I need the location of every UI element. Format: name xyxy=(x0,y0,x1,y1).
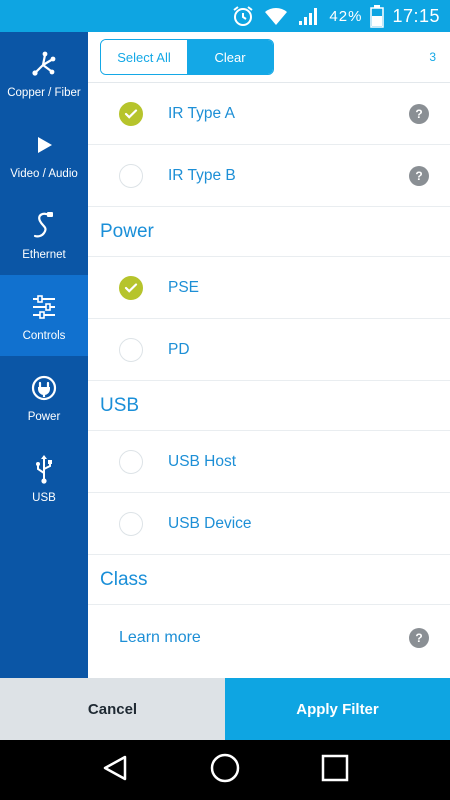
sidebar-item-label: Power xyxy=(27,410,61,423)
sidebar-item-ethernet[interactable]: Ethernet xyxy=(0,194,88,275)
help-icon[interactable]: ? xyxy=(409,165,429,186)
help-icon[interactable]: ? xyxy=(409,628,429,648)
select-all-button[interactable]: Select All xyxy=(101,40,187,74)
option-ir-type-a[interactable]: IR Type A ? xyxy=(88,83,450,145)
selection-toggle: Select All Clear xyxy=(100,39,274,75)
checkmark-icon xyxy=(124,282,138,293)
home-icon[interactable] xyxy=(209,752,241,789)
apply-filter-button[interactable]: Apply Filter xyxy=(225,678,450,740)
sidebar-item-usb[interactable]: USB xyxy=(0,437,88,518)
checkbox-checked[interactable] xyxy=(119,101,143,126)
sidebar-item-label: Controls xyxy=(22,329,66,342)
option-pd[interactable]: PD xyxy=(88,319,450,381)
sidebar-item-controls[interactable]: Controls xyxy=(0,275,88,356)
selected-count: 3 xyxy=(429,50,436,64)
fiber-icon xyxy=(29,47,59,81)
system-nav-bar xyxy=(0,740,450,800)
recents-icon[interactable] xyxy=(320,753,350,788)
option-label: PD xyxy=(168,340,190,358)
sidebar-item-copper-fiber[interactable]: Copper / Fiber xyxy=(0,32,88,113)
checkbox-checked[interactable] xyxy=(119,275,143,300)
filter-panel: Select All Clear 3 IR Type A ? IR Type B… xyxy=(88,32,450,678)
option-ir-type-b[interactable]: IR Type B ? xyxy=(88,145,450,207)
back-icon[interactable] xyxy=(100,753,130,788)
section-header-class: Class xyxy=(88,555,450,605)
checkbox-unchecked[interactable] xyxy=(119,337,143,362)
sidebar-item-label: Ethernet xyxy=(22,248,66,261)
category-sidebar: Copper / Fiber Video / Audio Ethernet Co… xyxy=(0,32,88,678)
section-header-power: Power xyxy=(88,207,450,257)
sidebar-item-power[interactable]: Power xyxy=(0,356,88,437)
filter-toolbar: Select All Clear 3 xyxy=(88,32,450,83)
sidebar-item-label: Video / Audio xyxy=(10,167,78,180)
alarm-icon xyxy=(231,4,255,28)
clear-button[interactable]: Clear xyxy=(187,40,273,74)
sliders-icon xyxy=(30,290,58,324)
sidebar-item-label: USB xyxy=(32,491,56,504)
help-icon[interactable]: ? xyxy=(409,103,429,124)
cable-icon xyxy=(31,209,57,243)
option-label: USB Host xyxy=(168,452,237,470)
option-label: IR Type B xyxy=(168,166,236,184)
checkmark-icon xyxy=(124,108,138,119)
sidebar-item-label: Copper / Fiber xyxy=(7,86,81,99)
plug-icon xyxy=(30,371,58,405)
option-label: IR Type A xyxy=(168,104,235,122)
checkbox-unchecked[interactable] xyxy=(119,511,143,536)
checkbox-unchecked[interactable] xyxy=(119,449,143,474)
usb-icon xyxy=(33,452,55,486)
learn-more-row[interactable]: Learn more ? xyxy=(88,605,450,671)
clock: 17:15 xyxy=(392,5,440,26)
option-pse[interactable]: PSE xyxy=(88,257,450,319)
battery-icon xyxy=(370,4,385,28)
option-usb-device[interactable]: USB Device xyxy=(88,493,450,555)
status-bar: 42% 17:15 xyxy=(0,0,450,32)
play-icon xyxy=(33,128,55,162)
checkbox-unchecked[interactable] xyxy=(119,163,143,188)
sidebar-item-video-audio[interactable]: Video / Audio xyxy=(0,113,88,194)
option-usb-host[interactable]: USB Host xyxy=(88,431,450,493)
option-label: PSE xyxy=(168,278,200,296)
cancel-button[interactable]: Cancel xyxy=(0,678,225,740)
section-header-usb: USB xyxy=(88,381,450,431)
option-label: USB Device xyxy=(168,514,252,532)
learn-more-link[interactable]: Learn more xyxy=(119,629,201,647)
signal-icon xyxy=(297,5,321,27)
wifi-icon xyxy=(263,5,289,27)
battery-percent: 42% xyxy=(329,7,363,25)
